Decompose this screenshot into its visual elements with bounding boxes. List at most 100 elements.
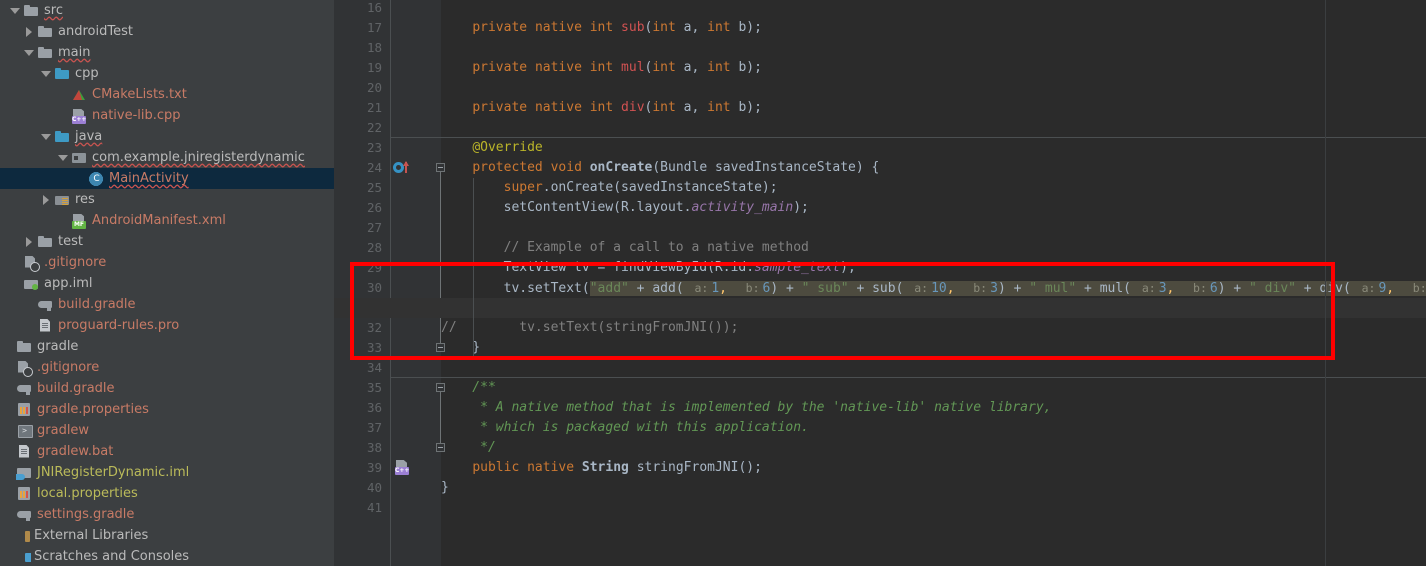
parameter-hint: a:3 (1139, 281, 1167, 296)
code-line[interactable]: * A native method that is implemented by… (441, 398, 1051, 418)
tree-spacer (24, 320, 35, 331)
code-line[interactable]: @Override (441, 138, 543, 158)
tree-item-local-properties[interactable]: local.properties (0, 483, 334, 504)
tree-item-label: JNIRegisterDynamic.iml (37, 465, 189, 481)
tree-item-external-libraries[interactable]: External Libraries (0, 525, 334, 546)
iml-icon (16, 465, 33, 481)
line-number: 21 (336, 98, 382, 118)
parameter-hint: a:9 (1359, 281, 1387, 296)
settext-call: tv.setText( (441, 281, 590, 296)
keyword-int: int (707, 100, 730, 115)
tree-item-cmakelists-txt[interactable]: CMakeLists.txt (0, 84, 334, 105)
code-line[interactable]: // Example of a call to a native method (441, 238, 809, 258)
cmake-icon (71, 87, 88, 103)
tree-item-native-lib-cpp[interactable]: native-lib.cpp (0, 105, 334, 126)
line-number: 33 (336, 338, 382, 358)
tree-item-res[interactable]: res (0, 189, 334, 210)
code-line[interactable]: */ (441, 438, 496, 458)
tree-item-gitignore[interactable]: .gitignore (0, 252, 334, 273)
parameter-hint-value: 6 (1210, 281, 1218, 296)
tree-item-test[interactable]: test (0, 231, 334, 252)
chevron-down-icon[interactable] (10, 5, 21, 16)
text-file-icon (37, 318, 54, 334)
code-line[interactable]: /** (441, 378, 496, 398)
tree-item-build-gradle[interactable]: build.gradle (0, 294, 334, 315)
tree-item-src[interactable]: src (0, 0, 334, 21)
line-number: 19 (336, 58, 382, 78)
chevron-down-icon[interactable] (58, 152, 69, 163)
tree-item-label: main (58, 45, 90, 61)
tree-item-gradle[interactable]: gradle (0, 336, 334, 357)
keyword-native: native (535, 20, 582, 35)
parameter-hint: a:1 (691, 281, 719, 296)
tree-item-jniregisterdynamic-iml[interactable]: JNIRegisterDynamic.iml (0, 462, 334, 483)
code-line[interactable]: } (441, 478, 449, 498)
res-folder-icon (54, 192, 71, 208)
code-line[interactable]: private native int mul(int a, int b); (441, 58, 762, 78)
code-line[interactable]: } (441, 338, 480, 358)
keyword-int: int (652, 60, 675, 75)
tree-item-label: local.properties (37, 486, 138, 502)
tree-item-build-gradle[interactable]: build.gradle (0, 378, 334, 399)
chevron-down-icon[interactable] (24, 47, 35, 58)
chevron-right-icon[interactable] (41, 194, 52, 205)
tree-spacer (10, 278, 21, 289)
chevron-right-icon[interactable] (24, 26, 35, 37)
tree-item-gitignore[interactable]: .gitignore (0, 357, 334, 378)
code-line[interactable]: // tv.setText(stringFromJNI()); (441, 318, 738, 338)
chevron-down-icon[interactable] (41, 68, 52, 79)
chevron-down-icon[interactable] (41, 131, 52, 142)
code-line[interactable]: setContentView(R.layout.activity_main); (441, 198, 809, 218)
code-line[interactable]: private native int sub(int a, int b); (441, 18, 762, 38)
gutter-icon-strip[interactable] (392, 0, 441, 566)
keyword-public: public (472, 460, 519, 475)
code-line[interactable]: TextView tv = findViewById(R.id.sample_t… (441, 258, 856, 278)
tree-item-com-example-jniregisterdynamic[interactable]: com.example.jniregisterdynamic (0, 147, 334, 168)
code-line[interactable]: protected void onCreate(Bundle savedInst… (441, 158, 879, 178)
code-line[interactable]: public native String stringFromJNI(); (441, 458, 762, 478)
tree-item-androidtest[interactable]: androidTest (0, 21, 334, 42)
code-line[interactable]: private native int div(int a, int b); (441, 98, 762, 118)
tree-item-mainactivity[interactable]: MainActivity (0, 168, 334, 189)
gradle-icon (16, 507, 33, 523)
tree-item-settings-gradle[interactable]: settings.gradle (0, 504, 334, 525)
keyword-int: int (652, 20, 675, 35)
tree-spacer (3, 488, 14, 499)
right-margin-guide (1325, 0, 1326, 566)
parameter-hint-value: 10 (931, 281, 947, 296)
tree-item-cpp[interactable]: cpp (0, 63, 334, 84)
tree-item-label: androidTest (58, 24, 133, 40)
line-number: 16 (336, 0, 382, 18)
cpp-implementation-icon[interactable] (394, 460, 410, 476)
line-number: 32 (336, 318, 382, 338)
tree-item-main[interactable]: main (0, 42, 334, 63)
line-number: 41 (336, 498, 382, 518)
tree-item-app-iml[interactable]: app.iml (0, 273, 334, 294)
tree-item-gradlew-bat[interactable]: gradlew.bat (0, 441, 334, 462)
keyword-int: int (652, 100, 675, 115)
tree-item-label: build.gradle (58, 297, 136, 313)
keyword-int: int (707, 60, 730, 75)
folder-icon (37, 24, 54, 40)
tree-item-label: .gitignore (37, 360, 99, 376)
tree-item-scratches-and-consoles[interactable]: Scratches and Consoles (0, 546, 334, 566)
code-editor[interactable]: 1617181920212223242526272829303132333435… (334, 0, 1426, 566)
chevron-right-icon[interactable] (24, 236, 35, 247)
tree-item-androidmanifest-xml[interactable]: AndroidManifest.xml (0, 210, 334, 231)
code-line-settext[interactable]: tv.setText("add" + add( a:1, b:6) + " su… (441, 278, 1426, 298)
line-number: 18 (336, 38, 382, 58)
java-class-icon (88, 171, 105, 187)
string-literal-sub: " sub" (802, 281, 849, 296)
indent-guide (473, 178, 474, 358)
tree-item-label: app.iml (44, 276, 93, 292)
tree-item-proguard-rules-pro[interactable]: proguard-rules.pro (0, 315, 334, 336)
tree-item-java[interactable]: java (0, 126, 334, 147)
code-content[interactable]: private native int sub(int a, int b); pr… (441, 0, 1426, 566)
tree-item-gradlew[interactable]: gradlew (0, 420, 334, 441)
tree-item-gradle-properties[interactable]: gradle.properties (0, 399, 334, 420)
properties-icon (16, 402, 33, 418)
code-line[interactable]: * which is packaged with this applicatio… (441, 418, 809, 438)
line-number: 25 (336, 178, 382, 198)
project-tree-panel[interactable]: src androidTest main cppCMakeLists.txtnativ… (0, 0, 334, 566)
code-line[interactable]: super.onCreate(savedInstanceState); (441, 178, 778, 198)
